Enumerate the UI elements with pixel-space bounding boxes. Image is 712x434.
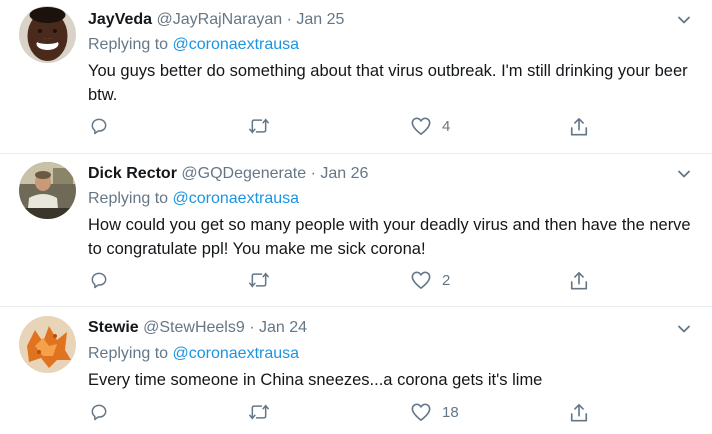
tweet-header: Stewie @StewHeels9 · Jan 24 xyxy=(88,318,307,338)
user-handle[interactable]: @JayRajNarayan xyxy=(157,11,283,28)
share-icon xyxy=(570,272,588,290)
display-name[interactable]: Stewie xyxy=(88,319,139,336)
avatar-smiling-man-icon xyxy=(19,6,76,63)
like-icon xyxy=(411,271,431,289)
avatar[interactable] xyxy=(19,6,76,63)
like-icon xyxy=(411,403,431,421)
reply-icon xyxy=(91,272,107,289)
replying-to-label: Replying to xyxy=(88,345,169,362)
reply-button[interactable] xyxy=(89,116,119,136)
tweet-text: Every time someone in China sneezes...a … xyxy=(88,371,543,389)
like-button[interactable]: 4 xyxy=(410,116,450,136)
reply-button[interactable] xyxy=(89,270,119,290)
avatar[interactable] xyxy=(19,316,76,373)
avatar[interactable] xyxy=(19,162,76,219)
display-name[interactable]: Dick Rector xyxy=(88,165,177,182)
chevron-down-icon[interactable] xyxy=(676,166,692,182)
tweet-feed: JayVeda @JayRajNarayan · Jan 25 Replying… xyxy=(0,0,712,434)
separator-dot: · xyxy=(310,165,316,182)
like-button[interactable]: 2 xyxy=(410,270,450,290)
replying-to-label: Replying to xyxy=(88,190,169,207)
tweet-actions: 18 xyxy=(0,402,712,426)
replying-to-link[interactable]: @coronaextrausa xyxy=(173,190,300,207)
retweet-icon xyxy=(249,272,269,288)
replying-to-line: Replying to @coronaextrausa xyxy=(88,35,299,55)
tweet-text: You guys better do something about that … xyxy=(88,62,688,104)
user-handle[interactable]: @GQDegenerate xyxy=(181,165,306,182)
tweet-actions: 2 xyxy=(0,270,712,294)
tweet-date[interactable]: Jan 24 xyxy=(259,319,307,336)
like-count: 4 xyxy=(442,117,451,135)
like-count: 2 xyxy=(442,271,451,289)
tweet-text: How could you get so many people with yo… xyxy=(88,216,691,258)
reply-icon xyxy=(91,404,107,421)
like-count: 18 xyxy=(442,403,459,421)
separator-dot: · xyxy=(249,319,255,336)
replying-to-link[interactable]: @coronaextrausa xyxy=(173,345,300,362)
retweet-button[interactable] xyxy=(247,270,281,290)
tweet-date[interactable]: Jan 26 xyxy=(320,165,368,182)
share-button[interactable] xyxy=(569,270,589,292)
share-button[interactable] xyxy=(569,116,589,138)
retweet-icon xyxy=(249,404,269,420)
tweet-date[interactable]: Jan 25 xyxy=(296,11,344,28)
share-icon xyxy=(570,118,588,136)
reply-icon xyxy=(91,118,107,135)
chevron-down-icon[interactable] xyxy=(676,321,692,337)
tweet-3[interactable]: Stewie @StewHeels9 · Jan 24 Replying to … xyxy=(0,307,712,434)
reply-button[interactable] xyxy=(89,402,119,422)
replying-to-line: Replying to @coronaextrausa xyxy=(88,189,299,209)
replying-to-line: Replying to @coronaextrausa xyxy=(88,344,299,364)
retweet-button[interactable] xyxy=(247,402,281,422)
share-icon xyxy=(570,404,588,422)
tweet-header: Dick Rector @GQDegenerate · Jan 26 xyxy=(88,164,368,184)
replying-to-link[interactable]: @coronaextrausa xyxy=(173,36,300,53)
tweet-2[interactable]: Dick Rector @GQDegenerate · Jan 26 Reply… xyxy=(0,154,712,306)
avatar-man-at-desk-icon xyxy=(19,162,76,219)
chevron-down-icon[interactable] xyxy=(676,12,692,28)
user-handle[interactable]: @StewHeels9 xyxy=(143,319,245,336)
tweet-1[interactable]: JayVeda @JayRajNarayan · Jan 25 Replying… xyxy=(0,0,712,153)
share-button[interactable] xyxy=(569,402,589,424)
retweet-icon xyxy=(249,118,269,134)
like-button[interactable]: 18 xyxy=(410,402,459,422)
like-icon xyxy=(411,117,431,135)
tweet-actions: 4 xyxy=(0,116,712,140)
display-name[interactable]: JayVeda xyxy=(88,11,152,28)
separator-dot: · xyxy=(286,11,292,28)
replying-to-label: Replying to xyxy=(88,36,169,53)
tweet-header: JayVeda @JayRajNarayan · Jan 25 xyxy=(88,10,344,30)
retweet-button[interactable] xyxy=(247,116,281,136)
avatar-orange-food-icon xyxy=(19,316,76,373)
